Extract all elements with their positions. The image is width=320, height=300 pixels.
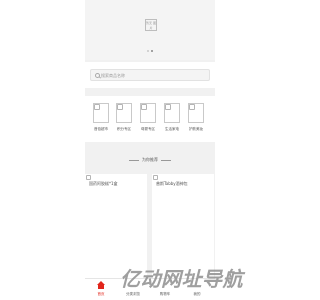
category-image <box>164 103 180 123</box>
product-name: 普斯Tabby酒神包 <box>156 181 188 186</box>
category-label: 母婴专区 <box>141 127 155 131</box>
divider <box>161 159 171 161</box>
mobile-shop-page: 暂无 图片 首佰超市 积分专区 母婴专区 生活家电 护肤美妆 <box>85 0 215 300</box>
category-item[interactable]: 母婴专区 <box>138 103 158 132</box>
carousel-dots <box>85 50 215 52</box>
tab-label: 购物车 <box>159 292 171 296</box>
product-image <box>153 175 158 180</box>
category-label: 护肤美妆 <box>189 127 203 131</box>
recommend-heading: 为你推荐 <box>85 154 215 166</box>
tab-home[interactable]: 首页 <box>86 281 116 297</box>
banner-image-placeholder: 暂无 图片 <box>145 19 157 31</box>
tab-label: 我的 <box>193 292 201 296</box>
watermark-logo: 亿动网址导航 <box>120 267 243 291</box>
category-item[interactable]: 首佰超市 <box>91 103 111 132</box>
carousel-dot-active[interactable] <box>151 50 153 52</box>
search-icon <box>95 73 100 78</box>
category-item[interactable]: 积分专区 <box>114 103 134 132</box>
category-label: 生活家电 <box>165 127 179 131</box>
search-box[interactable] <box>90 69 210 81</box>
category-item[interactable]: 生活家电 <box>162 103 182 132</box>
recommend-title: 为你推荐 <box>142 157 158 162</box>
search-bar-section <box>85 62 215 88</box>
banner-carousel[interactable]: 暂无 图片 <box>85 0 215 60</box>
category-item[interactable]: 护肤美妆 <box>186 103 206 132</box>
search-input[interactable] <box>101 71 206 80</box>
product-name: 国药阿胶糕*1盒 <box>89 181 118 186</box>
carousel-dot[interactable] <box>147 50 149 52</box>
category-label: 首佰超市 <box>94 127 108 131</box>
home-icon <box>97 281 105 289</box>
category-label: 积分专区 <box>117 127 131 131</box>
category-nav: 首佰超市 积分专区 母婴专区 生活家电 护肤美妆 <box>85 96 215 142</box>
divider <box>129 159 139 161</box>
tab-label: 分类浏览 <box>126 292 140 296</box>
category-image <box>140 103 156 123</box>
category-image <box>188 103 204 123</box>
tab-label: 首页 <box>97 292 105 296</box>
category-image <box>93 103 109 123</box>
product-image <box>86 175 91 180</box>
category-image <box>116 103 132 123</box>
